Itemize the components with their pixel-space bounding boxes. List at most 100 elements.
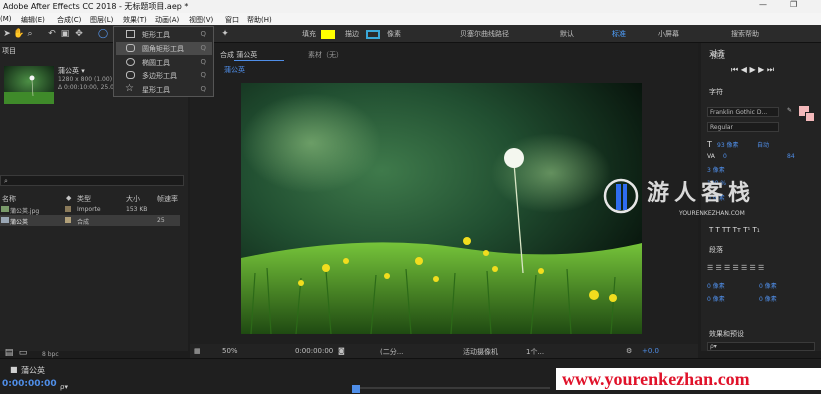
zoom-level[interactable]: 50% <box>222 347 238 355</box>
time-ruler[interactable] <box>360 387 550 389</box>
leading-value[interactable]: 自动 <box>757 140 769 149</box>
logo-text: 游人客栈 <box>647 181 756 206</box>
menu-item-rectangle-tool[interactable]: 矩形工具 Q <box>116 28 212 41</box>
selection-tool-icon[interactable]: ➤ <box>2 29 12 39</box>
new-folder-icon[interactable]: ▭ <box>18 348 28 358</box>
character-panel-title[interactable]: 字符 <box>709 87 723 97</box>
item-type: 合成 <box>77 219 90 226</box>
search-icon[interactable]: ρ▾ <box>60 383 68 391</box>
menu-item-rounded-rectangle-tool[interactable]: 圆角矩形工具 Q <box>116 42 212 55</box>
menu-view[interactable]: 视图(V) <box>189 15 213 25</box>
font-size-value[interactable]: 93 像素 <box>717 140 739 149</box>
timeline-tab[interactable]: 蒲公英 <box>21 365 45 376</box>
menu-item-shortcut: Q <box>200 85 206 93</box>
resolution-select[interactable]: (二分... <box>380 347 403 357</box>
column-framerate[interactable]: 帧速率 <box>157 194 178 204</box>
project-search-input[interactable]: ⌕ <box>0 175 184 186</box>
comp-name-label[interactable]: 蒲公英 ▾ <box>58 66 85 76</box>
project-item-row[interactable]: 蒲公英 合成 25 <box>0 215 180 226</box>
current-time[interactable]: 0:00:00:00 <box>295 347 333 355</box>
paragraph-panel-title[interactable]: 段落 <box>709 245 723 255</box>
menu-help[interactable]: 帮助(H) <box>247 15 272 25</box>
menu-item-star-tool[interactable]: ☆ 星形工具 Q <box>116 83 212 96</box>
fill-color-swatch[interactable] <box>321 30 335 39</box>
effects-search-input[interactable]: ρ▾ <box>707 342 815 351</box>
menu-effect[interactable]: 效果(T) <box>123 15 147 25</box>
search-icon: ⌕ <box>4 177 8 185</box>
menu-edit[interactable]: 编辑(E) <box>21 15 45 25</box>
stroke-width-value[interactable]: 像素 <box>387 29 401 39</box>
tab-composition[interactable]: 合成 蒲公英 <box>220 50 257 60</box>
menu-layer[interactable]: 图层(L) <box>90 15 113 25</box>
stroke-color-swatch[interactable] <box>366 30 380 39</box>
preview-panel-title[interactable]: 预览 <box>711 51 725 61</box>
polygon-icon <box>126 71 135 79</box>
comp-duration: Δ 0:00:10:00, 25.00 <box>58 84 118 91</box>
font-style-select[interactable]: Regular <box>707 122 779 132</box>
site-logo: 游人客栈 YOURENKEZHAN.COM <box>603 172 808 224</box>
settings-gear-icon[interactable]: ⚙ <box>626 347 632 355</box>
rotate-tool-icon[interactable]: ↶ <box>47 29 57 39</box>
column-name[interactable]: 名称 <box>2 194 16 204</box>
pan-behind-tool-icon[interactable]: ✥ <box>74 29 84 39</box>
comp-thumbnail <box>4 66 54 104</box>
views-select[interactable]: 1个... <box>526 347 544 357</box>
stroke-color-swatch[interactable] <box>805 112 815 122</box>
bit-depth[interactable]: 8 bpc <box>42 351 59 358</box>
hand-tool-icon[interactable]: ✋ <box>13 29 24 39</box>
bezier-path-checkbox[interactable]: 贝塞尔曲线路径 <box>460 29 509 39</box>
column-type[interactable]: 类型 <box>77 194 91 204</box>
camera-select[interactable]: 活动摄像机 <box>463 347 498 357</box>
camera-snapshot-icon[interactable]: ◙ <box>338 347 345 355</box>
font-family-select[interactable]: Franklin Gothic D... <box>707 107 779 117</box>
snapshot-icon[interactable]: ▦ <box>194 347 201 355</box>
comp-breadcrumb[interactable]: 蒲公英 <box>224 65 245 75</box>
eyedropper-icon[interactable]: ✎ <box>787 107 792 114</box>
composition-viewer[interactable] <box>241 83 642 334</box>
workspace-default[interactable]: 默认 <box>560 29 574 39</box>
tab-footage[interactable]: 素材（无） <box>308 50 343 60</box>
close-icon[interactable]: ■ <box>10 365 18 374</box>
menu-animation[interactable]: 动画(A) <box>155 15 179 25</box>
menu-file[interactable]: (M) <box>0 15 12 23</box>
menu-window[interactable]: 窗口 <box>225 15 239 25</box>
space-before-value[interactable]: 0 像素 <box>707 294 725 303</box>
tracking-value[interactable]: 84 <box>787 153 795 160</box>
timeline-timecode[interactable]: 0:00:00:00 <box>2 379 57 389</box>
menu-item-shortcut: Q <box>200 58 206 66</box>
alignment-buttons[interactable]: ☰ ☰ ☰ ☰ ☰ ☰ ☰ <box>707 264 764 272</box>
menu-item-polygon-tool[interactable]: 多边形工具 Q <box>116 69 212 82</box>
text-style-buttons[interactable]: T T TT Tт T¹ T₁ <box>709 226 760 234</box>
interpret-footage-icon[interactable]: ▤ <box>4 348 14 358</box>
indent-left-value[interactable]: 0 像素 <box>707 281 725 290</box>
kerning-value[interactable]: 0 <box>723 153 727 160</box>
menu-item-label: 星形工具 <box>142 86 170 94</box>
pin-tool-icon[interactable]: ✦ <box>220 29 230 39</box>
ellipse-tool-icon[interactable]: ◯ <box>98 29 108 39</box>
project-item-row[interactable]: 蒲公英.jpg Importe 153 KB <box>0 204 180 215</box>
space-after-value[interactable]: 0 像素 <box>759 294 777 303</box>
zoom-tool-icon[interactable]: ⌕ <box>25 29 35 39</box>
workspace-small-screen[interactable]: 小屏幕 <box>658 29 679 39</box>
search-help[interactable]: 搜索帮助 <box>731 29 759 39</box>
menu-composition[interactable]: 合成(C) <box>57 15 81 25</box>
maximize-button[interactable]: ❐ <box>790 0 797 9</box>
composition-icon <box>1 217 9 223</box>
minimize-button[interactable]: — <box>759 0 767 9</box>
effects-presets-title[interactable]: 效果和预设 <box>709 329 744 339</box>
menu-item-ellipse-tool[interactable]: 椭圆工具 Q <box>116 56 212 69</box>
active-tab-underline <box>234 60 284 61</box>
label-color-swatch[interactable] <box>65 206 71 212</box>
playhead[interactable] <box>352 385 360 393</box>
menu-item-label: 矩形工具 <box>142 31 170 39</box>
label-color-swatch[interactable] <box>65 217 71 223</box>
column-size[interactable]: 大小 <box>126 194 140 204</box>
preview-controls[interactable]: ⏮ ◀ ▶ ▶ ⏭ <box>731 65 774 75</box>
item-type: Importe <box>77 206 101 213</box>
menu-item-label: 椭圆工具 <box>142 59 170 67</box>
exposure-offset[interactable]: +0.0 <box>642 347 659 355</box>
workspace-standard[interactable]: 标准 <box>612 29 626 39</box>
camera-tool-icon[interactable]: ▣ <box>60 29 70 39</box>
project-panel-title[interactable]: 项目 <box>2 46 16 58</box>
indent-right-value[interactable]: 0 像素 <box>759 281 777 290</box>
